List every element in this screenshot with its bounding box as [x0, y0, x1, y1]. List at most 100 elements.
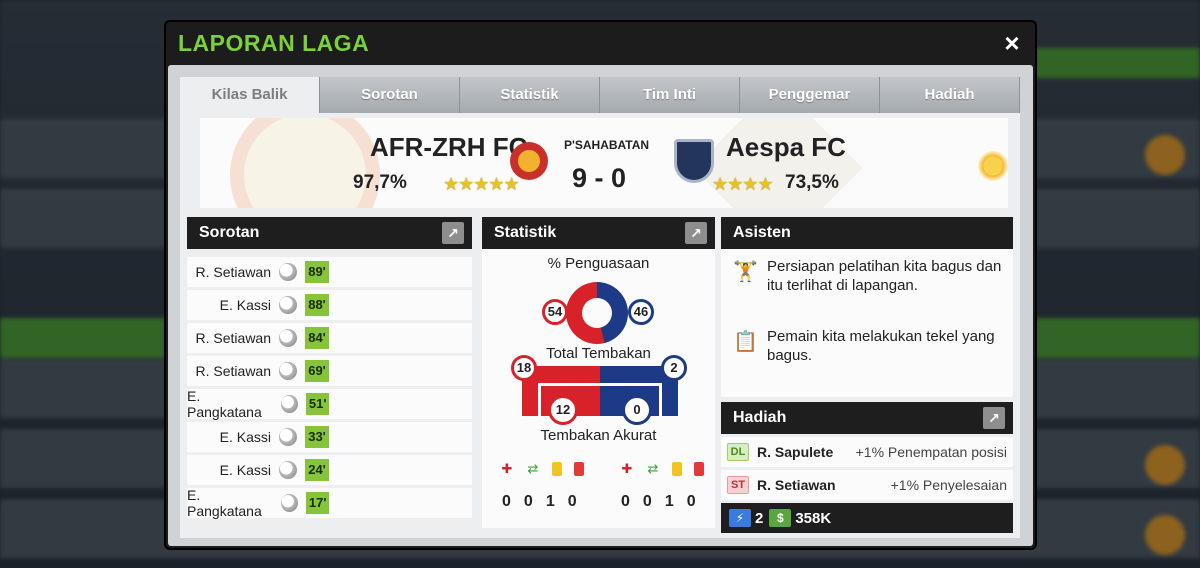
tab-penggemar[interactable]: Penggemar [740, 77, 880, 113]
home-star-rating: ★★★★★ [443, 174, 520, 194]
home-crest-watermark [230, 118, 380, 208]
highlight-row: E. Pangkatana 17' [187, 487, 472, 519]
ball-icon [281, 395, 299, 413]
possession-away-badge: 46 [628, 299, 654, 325]
goal-minute: 17' [306, 492, 329, 514]
match-type: P'SAHABATAN [564, 138, 650, 152]
match-header: AFR-ZRH FC 97,7% ★★★★★ P'SAHABATAN 9 - 0… [200, 118, 1008, 208]
donut-hole [582, 298, 612, 328]
ball-icon [279, 296, 297, 314]
reward-bonus: +1% Penyelesaian [890, 477, 1007, 493]
ball-icon [279, 461, 297, 479]
possession-donut [566, 282, 628, 344]
home-team-rating: 97,7% [353, 172, 407, 193]
assistant-tip: Persiapan pelatihan kita bagus dan itu t… [767, 258, 1002, 294]
injury-icon: ✚ [621, 461, 633, 476]
energy-icon: ⚡ [729, 509, 751, 527]
ball-icon [279, 362, 297, 380]
reward-player: R. Sapulete [757, 444, 834, 460]
dialog-panel: Kilas Balik Sorotan Statistik Tim Inti P… [168, 65, 1033, 546]
stats-panel: Statistik ↗ % Penguasaan 54 46 Total Tem… [482, 217, 715, 528]
expand-icon[interactable]: ↗ [442, 222, 464, 244]
energy-amount: 2 [755, 509, 764, 527]
reward-bonus: +1% Penempatan posisi [855, 444, 1007, 460]
away-team-rating: 73,5% [785, 172, 839, 193]
assistant-header: Asisten [721, 217, 1013, 249]
highlight-row: E. Kassi 88' [187, 290, 472, 320]
substitution-icon: ⇄ [527, 461, 539, 476]
home-red-cards: 0 [567, 493, 577, 510]
tab-sorotan[interactable]: Sorotan [320, 77, 460, 113]
tab-hadiah[interactable]: Hadiah [880, 77, 1020, 113]
close-icon[interactable]: × [999, 30, 1025, 56]
goal-scorer: E. Pangkatana [187, 487, 262, 519]
away-team-crest [674, 139, 714, 183]
goal-scorer: R. Setiawan [195, 330, 271, 346]
match-score: 9 - 0 [572, 163, 627, 193]
highlights-title: Sorotan [199, 224, 260, 241]
tab-bar: Kilas Balik Sorotan Statistik Tim Inti P… [180, 77, 1020, 113]
highlights-panel: Sorotan ↗ R. Setiawan 89' E. Kassi 88' R… [187, 217, 472, 519]
away-star-rating: ★★★★ [712, 174, 774, 194]
on-target-away-badge: 0 [622, 395, 652, 425]
tab-content: AFR-ZRH FC 97,7% ★★★★★ P'SAHABATAN 9 - 0… [180, 113, 1020, 538]
substitution-icon: ⇄ [647, 461, 659, 476]
cash-icon: $ [769, 509, 792, 527]
goal-minute: 51' [306, 393, 329, 415]
position-badge: DL [727, 443, 749, 461]
cash-amount: 358K [795, 509, 832, 527]
shots-home-badge: 18 [511, 355, 537, 381]
sun-icon [978, 151, 1008, 181]
goal-scorer: R. Setiawan [195, 264, 271, 280]
training-cones-icon: 🏋 [733, 261, 758, 283]
possession-home-badge: 54 [542, 299, 568, 325]
stats-header: Statistik ↗ [482, 217, 715, 249]
goal-minute: 84' [305, 327, 329, 349]
ball-icon [279, 329, 297, 347]
goal-scorer: E. Kassi [219, 429, 271, 445]
match-report-dialog: LAPORAN LAGA × Kilas Balik Sorotan Stati… [166, 22, 1035, 548]
home-yellow-cards: 1 [545, 493, 555, 510]
assistant-title: Asisten [733, 224, 791, 241]
goal-minute: 33' [305, 426, 329, 448]
away-red-cards: 0 [686, 493, 696, 510]
away-substitutions: 0 [642, 493, 652, 510]
ball-icon [281, 494, 299, 512]
yellow-card-icon [552, 462, 562, 476]
highlight-row: E. Pangkatana 51' [187, 388, 472, 420]
away-injuries: 0 [621, 493, 630, 510]
goal-minute: 88' [305, 294, 329, 316]
home-team-crest [510, 142, 548, 180]
away-yellow-cards: 1 [664, 493, 674, 510]
highlight-row: R. Setiawan 89' [187, 257, 472, 287]
home-team-name: AFR-ZRH FC [370, 132, 528, 162]
reward-row: ST R. Setiawan +1% Penyelesaian [721, 470, 1013, 500]
tab-statistik[interactable]: Statistik [460, 77, 600, 113]
assistant-tip: Pemain kita melakukan tekel yang bagus. [767, 328, 995, 364]
away-discipline-counts: 0 0 1 0 [621, 493, 696, 511]
reward-row: DL R. Sapulete +1% Penempatan posisi [721, 437, 1013, 467]
highlight-row: R. Setiawan 69' [187, 356, 472, 386]
position-badge: ST [727, 476, 749, 494]
assistant-panel: Asisten 🏋 Persiapan pelatihan kita bagus… [721, 217, 1013, 533]
goal-minute: 89' [305, 261, 329, 283]
home-injuries: 0 [502, 493, 511, 510]
home-substitutions: 0 [523, 493, 533, 510]
away-discipline-icons: ✚ ⇄ [620, 461, 704, 477]
goal-scorer: E. Kassi [219, 297, 271, 313]
home-discipline-icons: ✚ ⇄ [500, 461, 584, 477]
red-card-icon [694, 462, 704, 476]
on-target-label: Tembakan Akurat [540, 427, 657, 444]
tab-tim-inti[interactable]: Tim Inti [600, 77, 740, 113]
ball-icon [279, 428, 297, 446]
expand-icon[interactable]: ↗ [983, 407, 1005, 429]
away-team-name: Aespa FC [726, 132, 846, 162]
yellow-card-icon [672, 462, 682, 476]
tactics-board-icon: 📋 [733, 331, 758, 353]
expand-icon[interactable]: ↗ [685, 222, 707, 244]
tab-kilas-balik[interactable]: Kilas Balik [180, 77, 320, 113]
assistant-body: 🏋 Persiapan pelatihan kita bagus dan itu… [721, 249, 1013, 397]
goal-scorer: E. Kassi [219, 462, 271, 478]
goal-minute: 24' [305, 459, 329, 481]
stats-body: % Penguasaan 54 46 Total Tembakan 18 2 1… [482, 249, 715, 528]
